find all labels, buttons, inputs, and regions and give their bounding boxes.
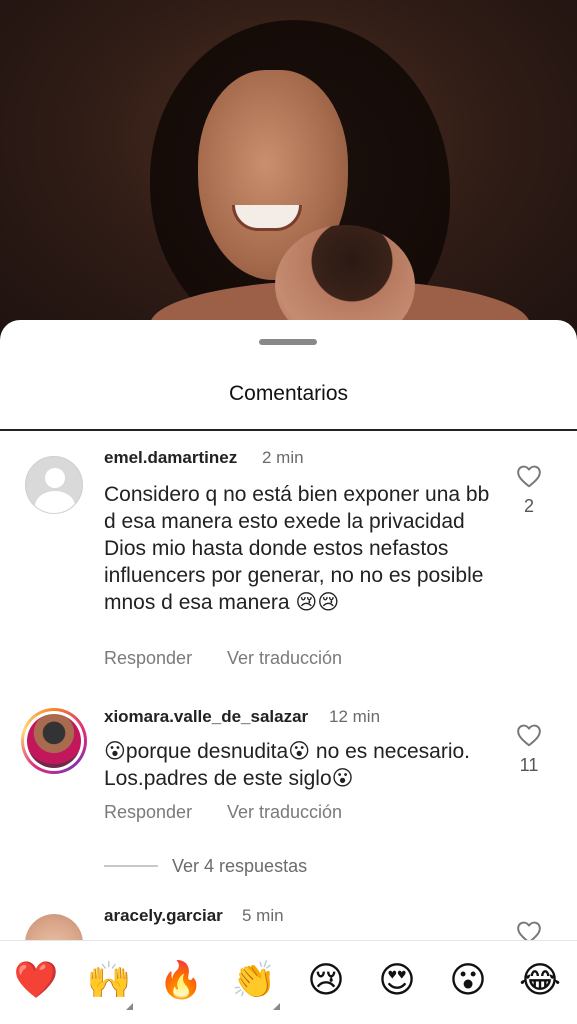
clapping-hands-emoji-button[interactable]: 👏 [229,959,279,1003]
sheet-title: Comentarios [228,382,349,405]
crying-face-emoji-button[interactable]: 😢 [301,959,351,1003]
like-count: 2 [523,496,534,516]
comments-sheet: Comentarios emel.damartinez 2 min Consid… [0,320,577,1024]
heart-eyes-emoji-button[interactable]: 😍 [372,959,422,1003]
raising-hands-emoji-button[interactable]: 🙌 [84,959,134,1003]
heart-outline-icon[interactable] [516,723,542,747]
title-divider [0,429,577,431]
replies-divider-line [104,865,158,867]
fire-emoji-button[interactable]: 🔥 [156,959,206,1003]
comment-time: 5 min [242,906,284,925]
skin-tone-indicator-icon [126,1003,133,1010]
comment-username[interactable]: xiomara.valle_de_salazar [104,707,308,727]
heart-outline-icon[interactable] [516,464,542,488]
comment-username[interactable]: aracely.garciar [104,906,223,926]
avatar-head-shape [45,468,65,488]
tears-of-joy-emoji-button[interactable]: 😂 [515,959,565,1003]
story-avatar[interactable] [21,708,87,774]
translate-button[interactable]: Ver traducción [227,802,342,823]
default-avatar[interactable] [25,456,83,514]
like-count: 11 [519,755,539,775]
emoji-reaction-bar: ❤️ 🙌 🔥 👏 😢 😍 😮 😂 [0,940,577,1024]
heart-emoji-button[interactable]: ❤️ [11,959,61,1003]
avatar-ring-gap [24,711,84,771]
reply-button[interactable]: Responder [104,802,192,823]
astonished-face-emoji-button[interactable]: 😮 [443,959,493,1003]
reply-button[interactable]: Responder [104,648,192,669]
sheet-drag-handle[interactable] [259,339,317,345]
comment-time: 2 min [262,448,304,467]
comment-time: 12 min [329,707,381,726]
view-replies-button[interactable]: Ver 4 respuestas [172,856,307,877]
post-photo [0,0,577,340]
avatar-photo [27,714,81,768]
comment-text: 😮porque desnudita😮 no es necesario. Los.… [104,740,471,790]
translate-button[interactable]: Ver traducción [227,648,342,669]
skin-tone-indicator-icon [273,1003,280,1010]
avatar-body-shape [35,491,75,513]
comment-username[interactable]: emel.damartinez [104,448,237,468]
comment-text: Considero q no está bien exponer una bb … [104,483,490,614]
